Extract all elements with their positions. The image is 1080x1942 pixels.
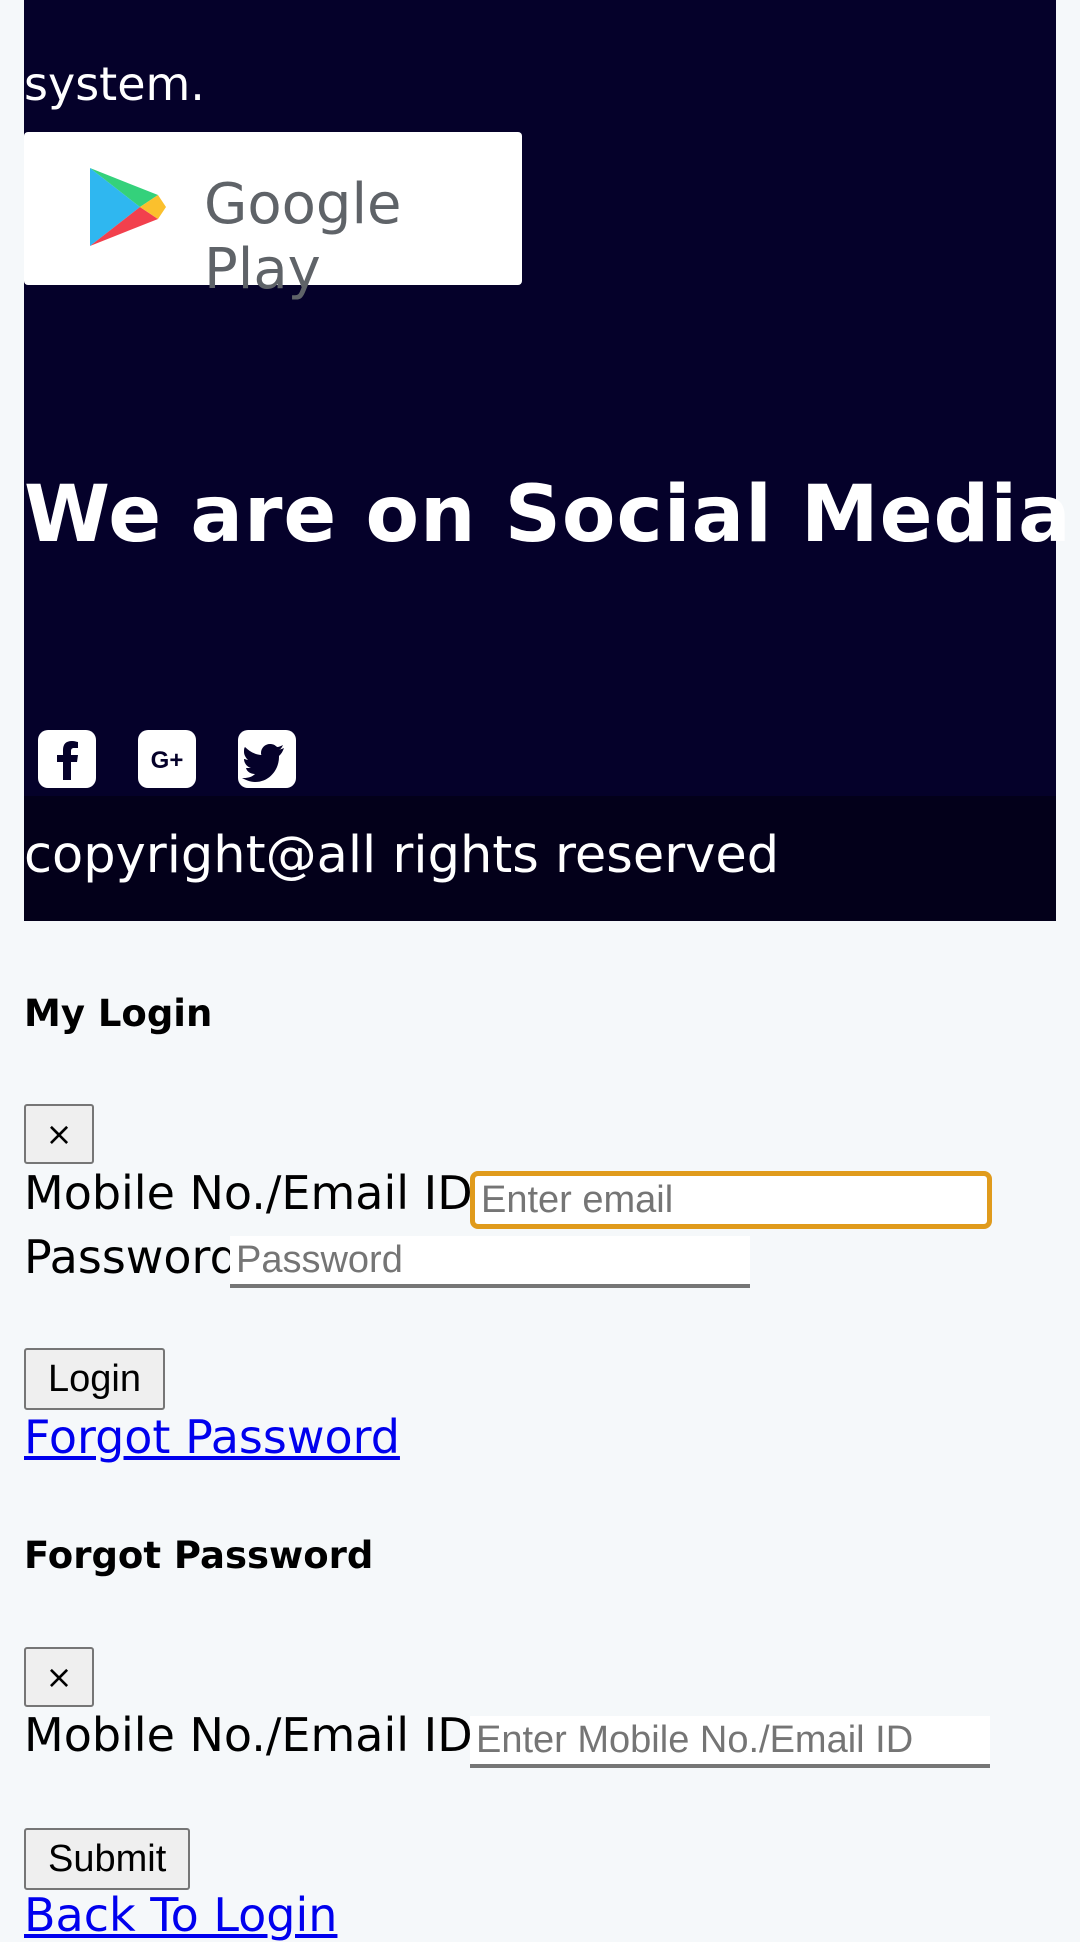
google-plus-icon[interactable]: G+ <box>138 730 196 788</box>
password-input[interactable] <box>230 1236 750 1288</box>
login-modal-title: My Login <box>24 992 213 1035</box>
forgot-modal-title: Forgot Password <box>24 1534 374 1577</box>
svg-text:G+: G+ <box>151 747 184 774</box>
forgot-close-button[interactable]: × <box>24 1647 94 1707</box>
facebook-icon[interactable] <box>38 730 96 788</box>
google-play-icon <box>90 168 166 246</box>
google-play-label: Google Play <box>204 172 402 302</box>
footer-description: system. <box>24 0 1044 122</box>
twitter-icon[interactable] <box>238 730 296 788</box>
login-email-input[interactable] <box>470 1171 992 1229</box>
login-email-label: Mobile No./Email ID <box>24 1166 473 1220</box>
submit-button[interactable]: Submit <box>24 1828 191 1890</box>
forgot-email-label: Mobile No./Email ID <box>24 1708 473 1762</box>
google-play-badge[interactable]: Google Play <box>24 132 522 302</box>
footer-description-text: system. <box>24 57 205 111</box>
copyright-text: copyright@all rights reserved <box>24 826 780 885</box>
login-button[interactable]: Login <box>24 1348 165 1410</box>
forgot-password-link[interactable]: Forgot Password <box>24 1410 400 1464</box>
social-media-heading: We are on Social Media <box>24 470 1072 560</box>
back-to-login-link[interactable]: Back To Login <box>24 1888 337 1942</box>
login-close-button[interactable]: × <box>24 1104 94 1164</box>
password-label: Password <box>24 1230 239 1284</box>
forgot-email-input[interactable] <box>470 1716 990 1768</box>
